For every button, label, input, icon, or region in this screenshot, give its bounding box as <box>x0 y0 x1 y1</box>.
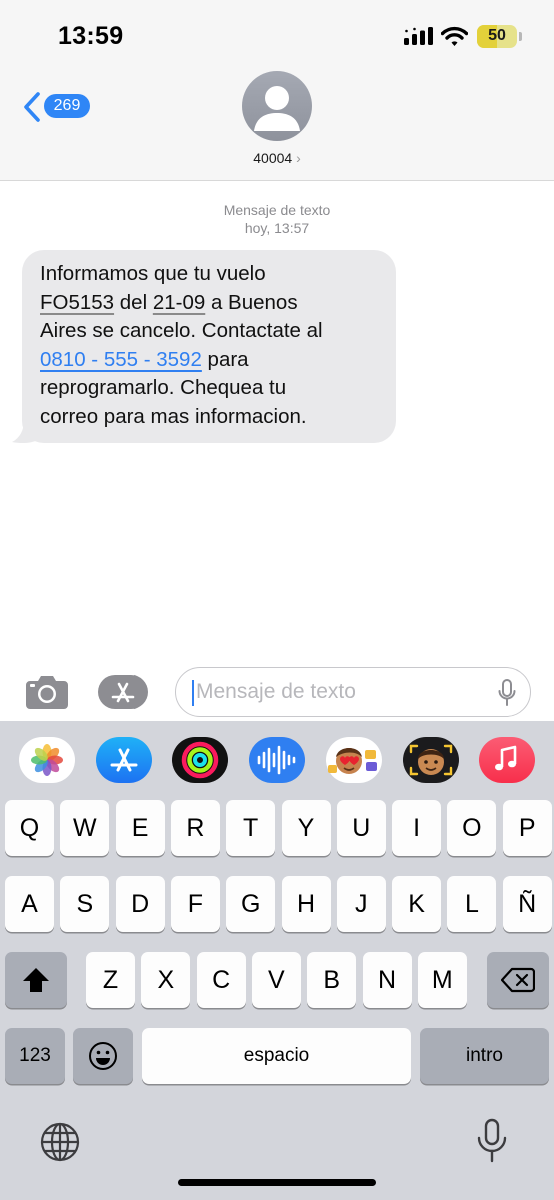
wifi-icon <box>441 26 468 46</box>
status-time: 13:59 <box>58 22 124 50</box>
battery-cap <box>519 32 522 41</box>
message-line: correo para mas informacion. <box>40 404 307 428</box>
photos-icon <box>19 737 75 783</box>
key-b[interactable]: B <box>307 952 357 1008</box>
message-timestamp: hoy, 13:57 <box>244 220 310 236</box>
shift-key[interactable] <box>5 952 67 1008</box>
audio-message-app-button[interactable] <box>249 737 305 783</box>
key-r[interactable]: R <box>170 800 220 856</box>
app-store-icon <box>98 674 148 710</box>
key-x[interactable]: X <box>141 952 191 1008</box>
return-key[interactable]: intro <box>420 1028 549 1084</box>
message-bubble[interactable]: Informamos que tu vuelo FO5153 del 21-09… <box>22 250 396 443</box>
key-ñ[interactable]: Ñ <box>502 876 552 932</box>
app-store-app-button[interactable] <box>96 737 152 783</box>
music-icon <box>479 737 535 783</box>
emoji-icon <box>89 1042 117 1070</box>
delete-icon <box>500 967 536 993</box>
key-m[interactable]: M <box>417 952 467 1008</box>
message-line: Aires se cancelo. Contactate al <box>40 319 323 343</box>
contact-name-button[interactable]: 40004 › <box>0 150 554 166</box>
text-cursor <box>192 680 194 706</box>
message-text: a Buenos <box>205 290 298 314</box>
key-p[interactable]: P <box>502 800 552 856</box>
music-app-button[interactable] <box>479 737 535 783</box>
audio-message-icon <box>249 737 305 783</box>
key-h[interactable]: H <box>281 876 331 932</box>
memoji-stickers-app-button[interactable] <box>326 737 382 783</box>
message-metadata: Mensaje de texto hoy, 13:57 <box>0 201 554 237</box>
key-k[interactable]: K <box>392 876 442 932</box>
key-i[interactable]: I <box>392 800 442 856</box>
memoji-stickers-icon <box>326 737 382 783</box>
battery-percentage: 50 <box>488 27 506 44</box>
message-text: del <box>114 290 153 314</box>
activity-app-button[interactable] <box>172 737 228 783</box>
message-line: reprogramarlo. Chequea tu <box>40 376 287 400</box>
numbers-key[interactable]: 123 <box>5 1028 65 1084</box>
memoji-icon <box>403 737 459 783</box>
emoji-key[interactable] <box>73 1028 133 1084</box>
message-type-label: Mensaje de texto <box>223 202 331 218</box>
battery-indicator: 50 <box>477 25 517 48</box>
key-y[interactable]: Y <box>281 800 331 856</box>
message-line: Informamos que tu vuelo <box>40 262 266 285</box>
phone-number-link[interactable]: 0810 - 555 - 3592 <box>40 348 202 371</box>
flight-number-link[interactable]: FO5153 <box>40 291 114 314</box>
home-indicator <box>178 1179 376 1186</box>
chevron-right-icon: › <box>296 150 301 166</box>
key-s[interactable]: S <box>60 876 110 932</box>
memoji-app-button[interactable] <box>403 737 459 783</box>
space-key[interactable]: espacio <box>142 1028 411 1084</box>
key-l[interactable]: L <box>447 876 497 932</box>
contact-name: 40004 <box>253 150 293 166</box>
microphone-icon[interactable] <box>498 679 516 707</box>
chevron-left-icon <box>24 92 40 122</box>
key-f[interactable]: F <box>170 876 220 932</box>
message-line: 0810 - 555 - 3592 para <box>40 346 378 375</box>
key-c[interactable]: C <box>196 952 246 1008</box>
key-a[interactable]: A <box>5 876 54 932</box>
photos-app-button[interactable] <box>19 737 75 783</box>
back-button[interactable]: 269 <box>22 89 94 125</box>
key-t[interactable]: T <box>226 800 276 856</box>
camera-icon <box>26 676 68 709</box>
app-store-icon <box>96 737 152 783</box>
key-n[interactable]: N <box>362 952 412 1008</box>
key-u[interactable]: U <box>336 800 386 856</box>
message-text: para <box>201 347 249 371</box>
cellular-signal-icon <box>404 27 433 45</box>
key-e[interactable]: E <box>115 800 165 856</box>
key-q[interactable]: Q <box>5 800 54 856</box>
message-input-placeholder: Mensaje de texto <box>196 680 356 703</box>
avatar[interactable] <box>242 71 312 141</box>
unread-count-badge: 269 <box>44 94 90 118</box>
microphone-icon <box>477 1118 507 1163</box>
globe-icon <box>40 1122 80 1162</box>
key-o[interactable]: O <box>447 800 497 856</box>
person-icon <box>254 86 300 131</box>
camera-button[interactable] <box>24 673 70 711</box>
shift-icon <box>23 968 49 992</box>
activity-icon <box>172 737 228 783</box>
key-g[interactable]: G <box>226 876 276 932</box>
globe-key[interactable] <box>38 1120 82 1164</box>
key-j[interactable]: J <box>336 876 386 932</box>
message-input[interactable]: Mensaje de texto <box>175 667 531 717</box>
message-line: FO5153 del 21-09 a Buenos <box>40 289 378 318</box>
dictation-key[interactable] <box>476 1118 508 1164</box>
key-z[interactable]: Z <box>86 952 135 1008</box>
delete-key[interactable] <box>487 952 549 1008</box>
key-v[interactable]: V <box>251 952 301 1008</box>
key-d[interactable]: D <box>115 876 165 932</box>
apps-button[interactable] <box>98 674 152 710</box>
date-link[interactable]: 21-09 <box>153 291 205 314</box>
key-w[interactable]: W <box>60 800 110 856</box>
